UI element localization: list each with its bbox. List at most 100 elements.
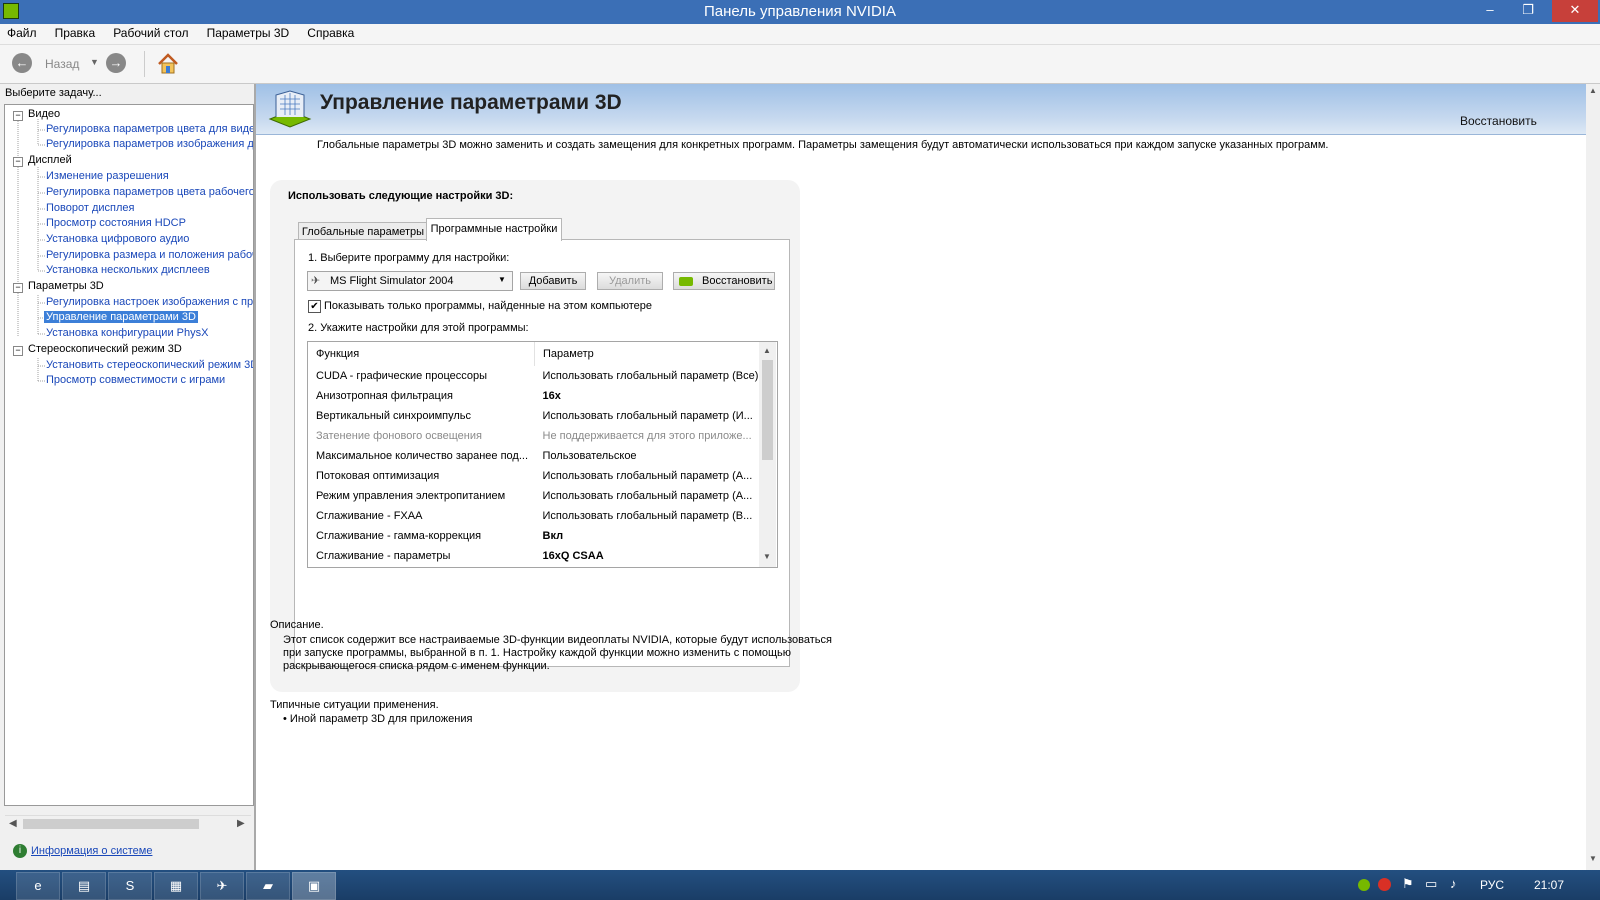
restore-program-button[interactable]: Восстановить <box>673 272 775 290</box>
tree-expander-3d[interactable]: − <box>13 283 23 293</box>
tray-antivirus-icon[interactable] <box>1378 878 1391 891</box>
feature-list-scrollbar[interactable]: ▲ ▼ <box>759 342 776 567</box>
feature-name: Максимальное количество заранее под... <box>316 450 529 462</box>
tree-node-video[interactable]: Видео <box>28 108 60 120</box>
scroll-down-icon[interactable]: ▼ <box>763 552 771 561</box>
feature-value[interactable]: Использовать глобальный параметр (В... <box>535 506 764 526</box>
restore-window-button[interactable]: ❐ <box>1506 0 1550 22</box>
table-row[interactable]: CUDA - графические процессоры Использоват… <box>308 366 763 386</box>
program-select[interactable]: ✈ MS Flight Simulator 2004 ▼ <box>307 271 513 291</box>
tray-clock[interactable]: 21:07 <box>1534 878 1564 892</box>
feature-value[interactable]: Не поддерживается для этого приложе... <box>535 426 764 446</box>
tree-item-game-compat[interactable]: Просмотр совместимости с играми <box>46 374 225 386</box>
tree-node-stereo-3d[interactable]: Стереоскопический режим 3D <box>28 343 182 355</box>
home-icon[interactable] <box>156 52 180 76</box>
tree-item-image-settings-preview[interactable]: Регулировка настроек изображения с просм… <box>46 296 253 308</box>
remove-program-button[interactable]: Удалить <box>597 272 663 290</box>
tree-item-video-image[interactable]: Регулировка параметров изображения для в… <box>46 138 253 150</box>
tree-expander-display[interactable]: − <box>13 157 23 167</box>
restore-defaults-link[interactable]: Восстановить <box>1460 114 1537 128</box>
add-program-button[interactable]: Добавить <box>520 272 586 290</box>
page-scroll-up-icon[interactable]: ▲ <box>1589 86 1597 95</box>
tab-program-settings[interactable]: Программные настройки <box>426 218 562 241</box>
table-header: Функция Параметр <box>308 342 763 366</box>
tree-item-change-resolution[interactable]: Изменение разрешения <box>46 170 169 182</box>
tree-expander-video[interactable]: − <box>13 111 23 121</box>
feature-value[interactable]: Использовать глобальный параметр (А... <box>535 466 764 486</box>
skype-icon[interactable]: S <box>108 872 152 900</box>
show-only-found-checkbox[interactable]: ✔ <box>308 300 321 313</box>
system-info-link[interactable]: Информация о системе <box>31 845 152 857</box>
feature-name: Режим управления электропитанием <box>316 490 506 502</box>
feature-value[interactable]: Вкл <box>535 526 764 546</box>
page-scroll-down-icon[interactable]: ▼ <box>1589 854 1597 863</box>
feature-value[interactable]: Использовать глобальный параметр (И... <box>535 406 764 426</box>
scroll-thumb[interactable] <box>23 819 199 829</box>
scroll-right-icon[interactable]: ▶ <box>237 818 245 829</box>
nvidia-taskbar-icon[interactable]: ▰ <box>246 872 290 900</box>
back-arrow-icon[interactable]: ← <box>12 53 32 73</box>
minimize-button[interactable]: ‒ <box>1476 0 1504 22</box>
history-dropdown-icon[interactable]: ▼ <box>90 57 99 67</box>
table-row[interactable]: Вертикальный синхроимпульс Использовать г… <box>308 406 763 426</box>
close-button[interactable]: ✕ <box>1552 0 1598 22</box>
tree-item-desktop-size[interactable]: Регулировка размера и положения рабочего… <box>46 249 253 261</box>
feature-value[interactable]: Пользовательское <box>535 446 764 466</box>
tray-nvidia-icon[interactable] <box>1358 879 1370 891</box>
tree-item-set-stereo[interactable]: Установить стереоскопический режим 3D <box>46 359 253 371</box>
tree-item-video-color[interactable]: Регулировка параметров цвета для видео <box>46 123 253 135</box>
table-row[interactable]: Сглаживание - гамма-коррекция Вкл <box>308 526 763 546</box>
tray-language[interactable]: РУС <box>1480 878 1504 892</box>
3d-settings-icon <box>266 87 314 131</box>
forward-arrow-icon[interactable]: → <box>106 53 126 73</box>
menu-3d-settings[interactable]: Параметры 3D <box>200 24 290 40</box>
feature-value[interactable]: 16x <box>535 386 764 406</box>
scroll-up-icon[interactable]: ▲ <box>763 346 771 355</box>
tree-node-3d-settings[interactable]: Параметры 3D <box>28 280 104 292</box>
feature-value[interactable]: 16xQ CSAA <box>535 546 764 566</box>
flight-sim-icon[interactable]: ✈ <box>200 872 244 900</box>
table-row[interactable]: Потоковая оптимизация Использовать глобал… <box>308 466 763 486</box>
table-row[interactable]: Анизотропная фильтрация 16x <box>308 386 763 406</box>
tree-horizontal-scrollbar[interactable]: ◀ ▶ <box>5 815 251 832</box>
feature-value[interactable]: Использовать глобальный параметр (Все) <box>535 366 764 386</box>
menu-file[interactable]: Файл <box>0 24 37 40</box>
tray-volume-icon[interactable]: ♪ <box>1450 876 1457 891</box>
tree-node-display[interactable]: Дисплей <box>28 154 72 166</box>
table-row[interactable]: Затенение фонового освещения Не поддержив… <box>308 426 763 446</box>
tree-expander-stereo[interactable]: − <box>13 346 23 356</box>
tray-network-icon[interactable]: ▭ <box>1425 876 1437 892</box>
tree-item-desktop-color[interactable]: Регулировка параметров цвета рабочего ст… <box>46 186 253 198</box>
control-panel-taskbar-icon[interactable]: ▣ <box>292 872 336 900</box>
feature-name: Сглаживание - параметры <box>316 550 451 562</box>
window-title: Панель управления NVIDIA <box>704 3 896 20</box>
feature-value[interactable]: Использовать глобальный параметр (А... <box>535 486 764 506</box>
tree-item-digital-audio[interactable]: Установка цифрового аудио <box>46 233 189 245</box>
tree-item-physx[interactable]: Установка конфигурации PhysX <box>46 327 208 339</box>
tree-item-hdcp-status[interactable]: Просмотр состояния HDCP <box>46 217 186 229</box>
ie-icon[interactable]: e <box>16 872 60 900</box>
table-row[interactable]: Максимальное количество заранее под... По… <box>308 446 763 466</box>
tray-flag-icon[interactable]: ⚑ <box>1402 876 1414 892</box>
scroll-left-icon[interactable]: ◀ <box>9 818 17 829</box>
page-vertical-scrollbar[interactable]: ▲ ▼ <box>1586 84 1600 870</box>
table-row[interactable]: Режим управления электропитанием Использо… <box>308 486 763 506</box>
tree-item-manage-3d-settings[interactable]: Управление параметрами 3D <box>44 311 198 323</box>
feature-list: Функция Параметр CUDA - графические проц… <box>307 341 778 568</box>
feature-name: CUDA - графические процессоры <box>316 370 488 382</box>
feature-scroll-thumb[interactable] <box>762 360 773 460</box>
nvidia-shield-icon <box>679 277 693 286</box>
tree-item-rotate-display[interactable]: Поворот дисплея <box>46 202 134 214</box>
table-row[interactable]: Сглаживание - FXAA Использовать глобальны… <box>308 506 763 526</box>
menu-desktop[interactable]: Рабочий стол <box>106 24 188 40</box>
menu-edit[interactable]: Правка <box>48 24 96 40</box>
col-header-function[interactable]: Функция <box>308 342 535 366</box>
show-only-found-label[interactable]: Показывать только программы, найденные н… <box>324 300 652 312</box>
settings-app-icon[interactable]: ▦ <box>154 872 198 900</box>
tree-item-multiple-displays[interactable]: Установка нескольких дисплеев <box>46 264 210 276</box>
explorer-icon[interactable]: ▤ <box>62 872 106 900</box>
col-header-parameter[interactable]: Параметр <box>534 342 763 366</box>
table-row[interactable]: Сглаживание - параметры 16xQ CSAA <box>308 546 763 566</box>
back-label[interactable]: Назад <box>45 57 79 71</box>
menu-help[interactable]: Справка <box>300 24 354 40</box>
